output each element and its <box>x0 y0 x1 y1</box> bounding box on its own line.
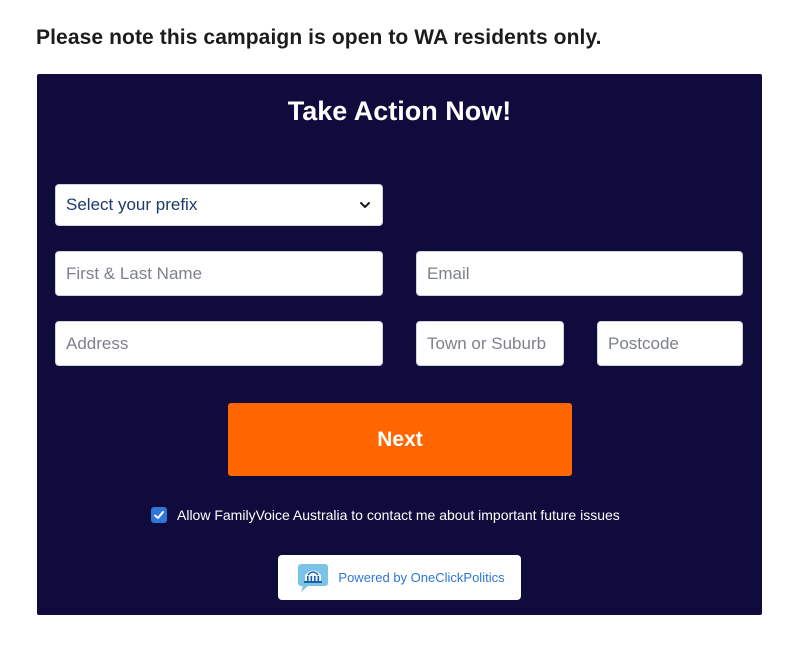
address-input[interactable] <box>55 321 383 366</box>
town-input[interactable] <box>416 321 564 366</box>
consent-label: Allow FamilyVoice Australia to contact m… <box>177 507 620 523</box>
email-input[interactable] <box>416 251 743 296</box>
postcode-input[interactable] <box>597 321 743 366</box>
powered-by-label: Powered by OneClickPolitics <box>338 570 505 585</box>
next-button[interactable]: Next <box>228 403 572 476</box>
form-title: Take Action Now! <box>287 96 512 126</box>
consent-row: Allow FamilyVoice Australia to contact m… <box>151 507 620 523</box>
powered-by-badge[interactable]: Powered by OneClickPolitics <box>278 555 521 600</box>
take-action-form: Take Action Now! Select your prefix Next… <box>37 74 762 615</box>
prefix-select[interactable]: Select your prefix <box>55 184 383 226</box>
name-input[interactable] <box>55 251 383 296</box>
oneclickpolitics-capitol-icon <box>298 563 329 592</box>
prefix-select-value: Select your prefix <box>66 195 198 214</box>
chevron-down-icon <box>360 202 370 208</box>
checkmark-icon <box>154 511 164 519</box>
consent-checkbox[interactable] <box>151 507 167 523</box>
campaign-notice: Please note this campaign is open to WA … <box>36 26 602 49</box>
